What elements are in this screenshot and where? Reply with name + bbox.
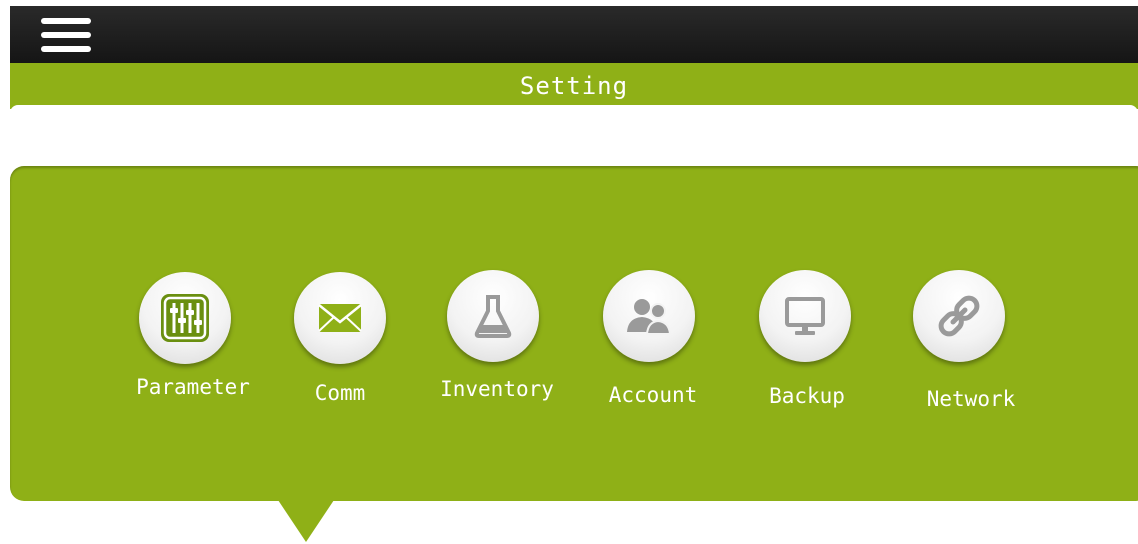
hamburger-menu-icon[interactable] [41,18,91,52]
envelope-icon[interactable] [294,272,386,364]
monitor-icon[interactable] [759,270,851,362]
top-bar [10,6,1138,63]
settings-item-label: Backup [769,384,845,408]
settings-item-label: Network [926,387,1016,411]
users-icon[interactable] [603,270,695,362]
sliders-icon[interactable] [139,272,231,364]
link-icon[interactable] [913,270,1005,362]
flask-icon[interactable] [447,270,539,362]
panel-pointer [278,500,334,542]
title-bar: Setting [10,63,1138,109]
content-strip [10,105,1138,165]
settings-item-label: Parameter [136,375,250,399]
settings-item-label: Account [608,383,698,407]
settings-item-label: Inventory [440,377,554,401]
page-title: Setting [519,72,629,100]
settings-item-label: Comm [314,381,366,405]
